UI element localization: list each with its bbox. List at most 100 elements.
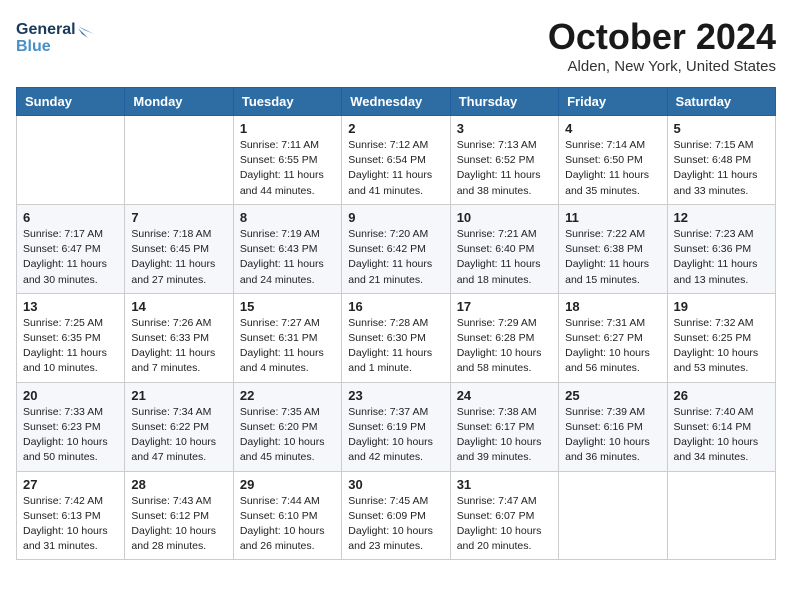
calendar-cell: 23Sunrise: 7:37 AM Sunset: 6:19 PM Dayli… <box>342 382 450 471</box>
day-number: 12 <box>674 210 769 225</box>
day-number: 15 <box>240 299 335 314</box>
day-number: 16 <box>348 299 443 314</box>
calendar-cell: 29 Sunrise: 7:44 AM Sunset: 6:10 PM Dayli… <box>233 471 341 560</box>
day-number: 9 <box>348 210 443 225</box>
day-info: Sunrise: 7:34 AM Sunset: 6:22 PM Dayligh… <box>131 405 226 466</box>
day-info: Sunrise: 7:14 AM Sunset: 6:50 PM Dayligh… <box>565 138 660 199</box>
day-number: 3 <box>457 121 552 136</box>
day-info: Sunrise: 7:18 AM Sunset: 6:45 PM Dayligh… <box>131 227 226 288</box>
svg-text:General: General <box>16 21 76 38</box>
day-number: 19 <box>674 299 769 314</box>
calendar-week-row: 27 Sunrise: 7:42 AM Sunset: 6:13 PM Dayli… <box>17 471 776 560</box>
calendar-cell: 24Sunrise: 7:38 AM Sunset: 6:17 PM Dayli… <box>450 382 558 471</box>
calendar-cell: 26 Sunrise: 7:40 AM Sunset: 6:14 PM Dayli… <box>667 382 775 471</box>
day-number: 20 <box>23 388 118 403</box>
calendar-cell: 4Sunrise: 7:14 AM Sunset: 6:50 PM Daylig… <box>559 116 667 205</box>
calendar-cell: 2Sunrise: 7:12 AM Sunset: 6:54 PM Daylig… <box>342 116 450 205</box>
day-info: Sunrise: 7:26 AM Sunset: 6:33 PM Dayligh… <box>131 316 226 377</box>
day-number: 27 <box>23 477 118 492</box>
day-info: Sunrise: 7:35 AM Sunset: 6:20 PM Dayligh… <box>240 405 335 466</box>
calendar-cell: 28 Sunrise: 7:43 AM Sunset: 6:12 PM Dayli… <box>125 471 233 560</box>
day-number: 2 <box>348 121 443 136</box>
calendar-cell: 6Sunrise: 7:17 AM Sunset: 6:47 PM Daylig… <box>17 204 125 293</box>
day-number: 7 <box>131 210 226 225</box>
calendar-cell: 9 Sunrise: 7:20 AM Sunset: 6:42 PM Daylig… <box>342 204 450 293</box>
day-number: 21 <box>131 388 226 403</box>
calendar-cell: 16 Sunrise: 7:28 AM Sunset: 6:30 PM Dayli… <box>342 293 450 382</box>
calendar-week-row: 20 Sunrise: 7:33 AM Sunset: 6:23 PM Dayli… <box>17 382 776 471</box>
day-info: Sunrise: 7:27 AM Sunset: 6:31 PM Dayligh… <box>240 316 335 377</box>
weekday-header-tuesday: Tuesday <box>233 88 341 116</box>
calendar-cell: 17 Sunrise: 7:29 AM Sunset: 6:28 PM Dayli… <box>450 293 558 382</box>
day-number: 22 <box>240 388 335 403</box>
calendar-cell: 19 Sunrise: 7:32 AM Sunset: 6:25 PM Dayli… <box>667 293 775 382</box>
day-info: Sunrise: 7:13 AM Sunset: 6:52 PM Dayligh… <box>457 138 552 199</box>
calendar-table: SundayMondayTuesdayWednesdayThursdayFrid… <box>16 87 776 560</box>
calendar-cell <box>559 471 667 560</box>
day-info: Sunrise: 7:29 AM Sunset: 6:28 PM Dayligh… <box>457 316 552 377</box>
day-info: Sunrise: 7:25 AM Sunset: 6:35 PM Dayligh… <box>23 316 118 377</box>
day-number: 5 <box>674 121 769 136</box>
day-number: 24 <box>457 388 552 403</box>
calendar-cell: 25Sunrise: 7:39 AM Sunset: 6:16 PM Dayli… <box>559 382 667 471</box>
calendar-cell: 20 Sunrise: 7:33 AM Sunset: 6:23 PM Dayli… <box>17 382 125 471</box>
day-info: Sunrise: 7:33 AM Sunset: 6:23 PM Dayligh… <box>23 405 118 466</box>
calendar-cell: 8Sunrise: 7:19 AM Sunset: 6:43 PM Daylig… <box>233 204 341 293</box>
calendar-cell: 14 Sunrise: 7:26 AM Sunset: 6:33 PM Dayli… <box>125 293 233 382</box>
calendar-cell: 15 Sunrise: 7:27 AM Sunset: 6:31 PM Dayli… <box>233 293 341 382</box>
calendar-cell: 1 Sunrise: 7:11 AM Sunset: 6:55 PM Daylig… <box>233 116 341 205</box>
calendar-cell: 27 Sunrise: 7:42 AM Sunset: 6:13 PM Dayli… <box>17 471 125 560</box>
day-info: Sunrise: 7:40 AM Sunset: 6:14 PM Dayligh… <box>674 405 769 466</box>
day-number: 8 <box>240 210 335 225</box>
day-info: Sunrise: 7:47 AM Sunset: 6:07 PM Dayligh… <box>457 494 552 555</box>
weekday-header-saturday: Saturday <box>667 88 775 116</box>
day-info: Sunrise: 7:15 AM Sunset: 6:48 PM Dayligh… <box>674 138 769 199</box>
calendar-week-row: 6Sunrise: 7:17 AM Sunset: 6:47 PM Daylig… <box>17 204 776 293</box>
day-info: Sunrise: 7:28 AM Sunset: 6:30 PM Dayligh… <box>348 316 443 377</box>
day-number: 17 <box>457 299 552 314</box>
day-info: Sunrise: 7:43 AM Sunset: 6:12 PM Dayligh… <box>131 494 226 555</box>
day-number: 14 <box>131 299 226 314</box>
day-number: 23 <box>348 388 443 403</box>
calendar-cell: 31Sunrise: 7:47 AM Sunset: 6:07 PM Dayli… <box>450 471 558 560</box>
day-info: Sunrise: 7:21 AM Sunset: 6:40 PM Dayligh… <box>457 227 552 288</box>
svg-text:Blue: Blue <box>16 38 51 55</box>
calendar-cell <box>17 116 125 205</box>
day-info: Sunrise: 7:31 AM Sunset: 6:27 PM Dayligh… <box>565 316 660 377</box>
day-info: Sunrise: 7:11 AM Sunset: 6:55 PM Dayligh… <box>240 138 335 199</box>
title-section: October 2024 Alden, New York, United Sta… <box>548 16 776 75</box>
weekday-header-sunday: Sunday <box>17 88 125 116</box>
day-info: Sunrise: 7:39 AM Sunset: 6:16 PM Dayligh… <box>565 405 660 466</box>
logo-svg: GeneralBlue <box>16 16 96 56</box>
day-number: 29 <box>240 477 335 492</box>
calendar-cell: 5 Sunrise: 7:15 AM Sunset: 6:48 PM Daylig… <box>667 116 775 205</box>
calendar-cell: 13 Sunrise: 7:25 AM Sunset: 6:35 PM Dayli… <box>17 293 125 382</box>
day-number: 1 <box>240 121 335 136</box>
weekday-header-row: SundayMondayTuesdayWednesdayThursdayFrid… <box>17 88 776 116</box>
day-info: Sunrise: 7:32 AM Sunset: 6:25 PM Dayligh… <box>674 316 769 377</box>
day-info: Sunrise: 7:20 AM Sunset: 6:42 PM Dayligh… <box>348 227 443 288</box>
day-number: 28 <box>131 477 226 492</box>
calendar-cell: 10Sunrise: 7:21 AM Sunset: 6:40 PM Dayli… <box>450 204 558 293</box>
day-number: 26 <box>674 388 769 403</box>
weekday-header-thursday: Thursday <box>450 88 558 116</box>
month-title: October 2024 <box>548 16 776 58</box>
weekday-header-monday: Monday <box>125 88 233 116</box>
calendar-cell: 7 Sunrise: 7:18 AM Sunset: 6:45 PM Daylig… <box>125 204 233 293</box>
calendar-week-row: 1 Sunrise: 7:11 AM Sunset: 6:55 PM Daylig… <box>17 116 776 205</box>
calendar-cell <box>667 471 775 560</box>
day-info: Sunrise: 7:23 AM Sunset: 6:36 PM Dayligh… <box>674 227 769 288</box>
day-info: Sunrise: 7:42 AM Sunset: 6:13 PM Dayligh… <box>23 494 118 555</box>
calendar-cell: 12 Sunrise: 7:23 AM Sunset: 6:36 PM Dayli… <box>667 204 775 293</box>
day-number: 30 <box>348 477 443 492</box>
day-number: 13 <box>23 299 118 314</box>
day-number: 11 <box>565 210 660 225</box>
header: GeneralBlue October 2024 Alden, New York… <box>16 16 776 75</box>
calendar-cell: 21 Sunrise: 7:34 AM Sunset: 6:22 PM Dayli… <box>125 382 233 471</box>
day-number: 18 <box>565 299 660 314</box>
day-info: Sunrise: 7:44 AM Sunset: 6:10 PM Dayligh… <box>240 494 335 555</box>
calendar-cell: 18 Sunrise: 7:31 AM Sunset: 6:27 PM Dayli… <box>559 293 667 382</box>
day-info: Sunrise: 7:22 AM Sunset: 6:38 PM Dayligh… <box>565 227 660 288</box>
calendar-cell: 3 Sunrise: 7:13 AM Sunset: 6:52 PM Daylig… <box>450 116 558 205</box>
location-title: Alden, New York, United States <box>548 58 776 75</box>
